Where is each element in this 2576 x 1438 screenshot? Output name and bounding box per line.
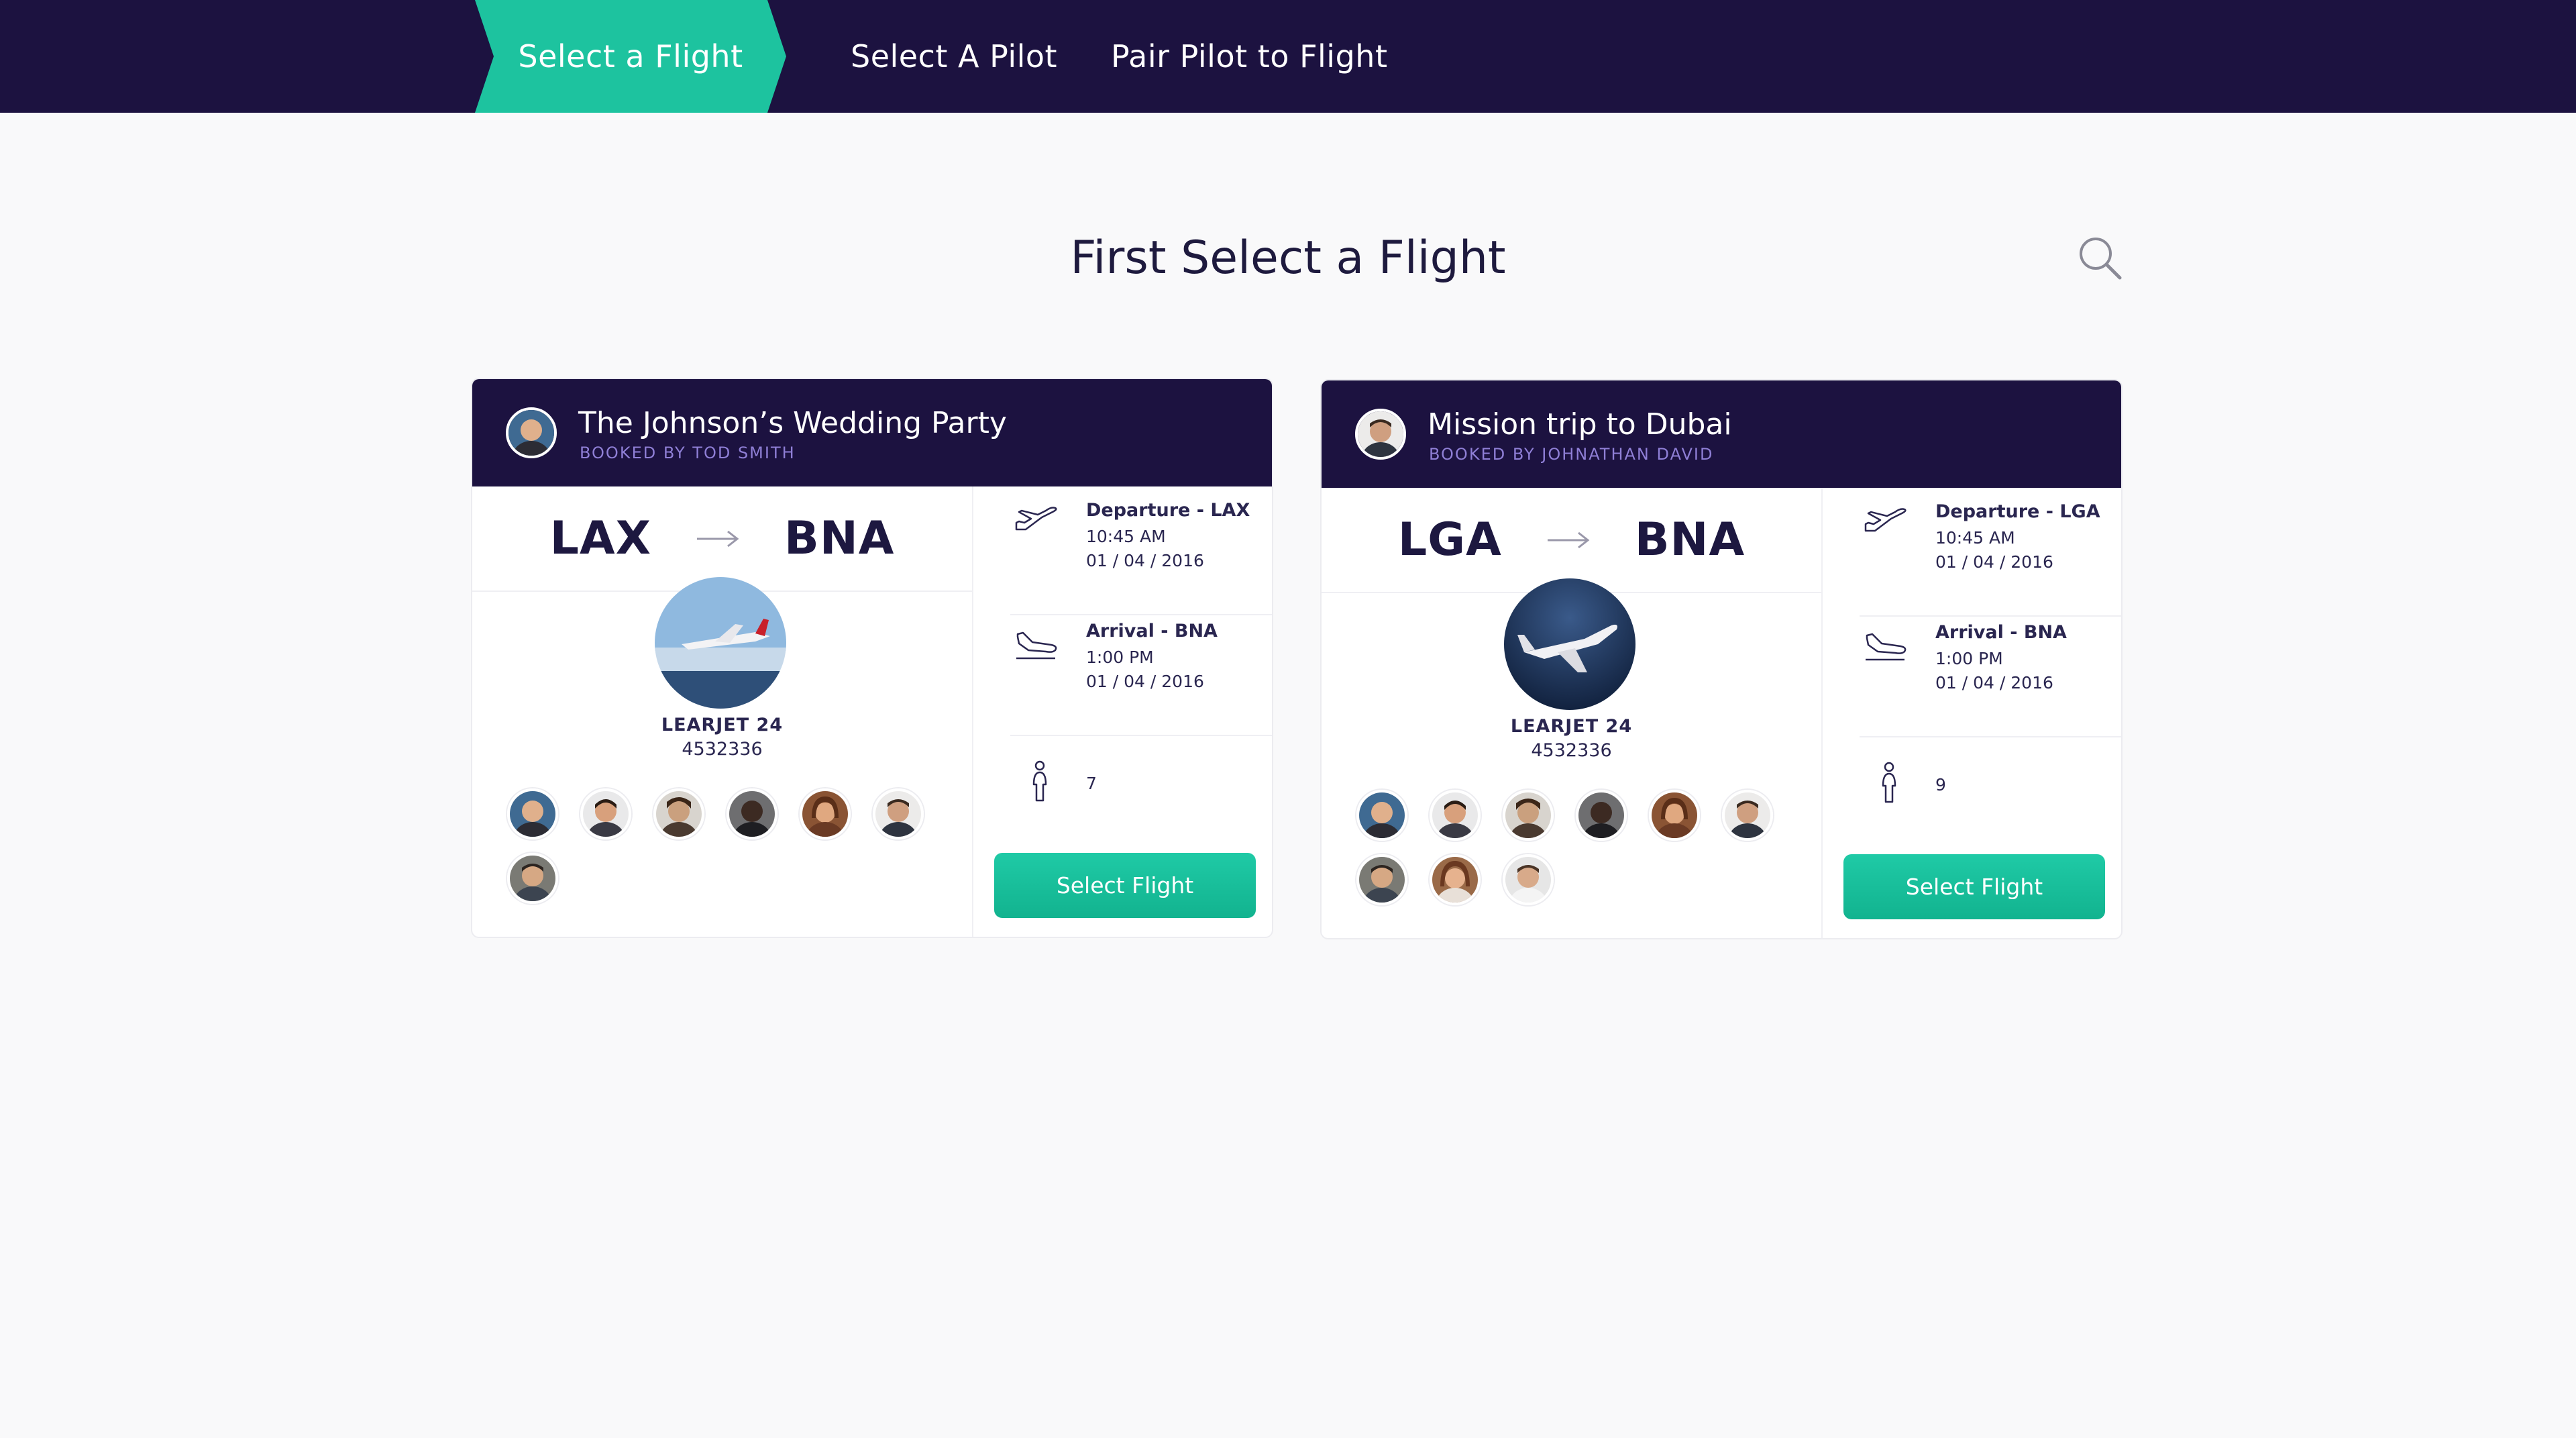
destination-code: BNA: [784, 512, 895, 565]
pilot-avatar[interactable]: [1430, 854, 1481, 905]
passenger-count: 9: [1935, 775, 1946, 794]
pilot-avatar[interactable]: [727, 788, 777, 839]
divider: [1821, 488, 1823, 938]
pilot-avatar[interactable]: [653, 788, 704, 839]
card-header: The Johnson’s Wedding Party BOOKED BY TO…: [472, 379, 1272, 486]
divider: [1010, 735, 1272, 736]
flight-card: The Johnson’s Wedding Party BOOKED BY TO…: [471, 378, 1273, 938]
pilot-avatar[interactable]: [800, 788, 851, 839]
departure-time: 10:45 AM: [1935, 528, 2015, 548]
divider: [972, 486, 973, 937]
step-label: Select A Pilot: [851, 38, 1058, 74]
step-select-pilot[interactable]: Select A Pilot: [851, 0, 1057, 113]
flight-title: Mission trip to Dubai: [1428, 407, 1732, 442]
page-title: First Select a Flight: [1070, 232, 1506, 285]
search-button[interactable]: [2077, 235, 2124, 282]
select-flight-button[interactable]: Select Flight: [1843, 854, 2105, 919]
step-pair-pilot[interactable]: Pair Pilot to Flight: [1111, 0, 1387, 113]
pilot-avatar[interactable]: [1722, 790, 1773, 841]
pilot-avatar[interactable]: [873, 788, 924, 839]
departure-time: 10:45 AM: [1086, 527, 1166, 546]
pilot-avatar[interactable]: [1356, 790, 1407, 841]
destination-code: BNA: [1634, 513, 1746, 566]
route: LAX BNA: [472, 486, 972, 592]
divider: [1860, 615, 2121, 617]
pilot-avatar[interactable]: [1356, 854, 1407, 905]
arrow-right-icon: [697, 530, 739, 547]
person-icon: [1032, 760, 1047, 802]
card-header: Mission trip to Dubai BOOKED BY JOHNATHA…: [1322, 380, 2121, 488]
search-icon: [2080, 238, 2122, 280]
origin-code: LAX: [549, 512, 651, 565]
pilot-avatar[interactable]: [1503, 790, 1554, 841]
pilot-avatar[interactable]: [1503, 854, 1554, 905]
departure-label: Departure - LGA: [1935, 501, 2100, 522]
arrival-date: 01 / 04 / 2016: [1935, 673, 2053, 692]
departure-plane-icon: [1864, 508, 1907, 532]
booked-by: BOOKED BY TOD SMITH: [580, 444, 796, 462]
departure-date: 01 / 04 / 2016: [1086, 551, 1204, 570]
pilot-avatar[interactable]: [580, 788, 631, 839]
step-label: Select a Flight: [518, 38, 743, 74]
arrival-time: 1:00 PM: [1086, 648, 1154, 667]
arrival-time: 1:00 PM: [1935, 649, 2003, 668]
aircraft-tail-number: 4532336: [682, 739, 763, 760]
divider: [1010, 614, 1272, 615]
departure-date: 01 / 04 / 2016: [1935, 552, 2053, 572]
pilot-avatar[interactable]: [507, 853, 558, 904]
arrival-plane-icon: [1016, 631, 1057, 660]
arrow-right-icon: [1547, 531, 1590, 548]
step-label: Pair Pilot to Flight: [1111, 38, 1388, 74]
passenger-count: 7: [1086, 774, 1097, 793]
booked-by: BOOKED BY JOHNATHAN DAVID: [1429, 445, 1714, 464]
departure-plane-icon: [1015, 507, 1057, 531]
pilot-avatar[interactable]: [507, 788, 558, 839]
origin-code: LGA: [1397, 513, 1502, 566]
aircraft-model: LEARJET 24: [1510, 716, 1633, 737]
departure-label: Departure - LAX: [1086, 500, 1250, 521]
pilot-avatar[interactable]: [1430, 790, 1481, 841]
aircraft-photo: [1504, 578, 1635, 710]
avatar: [1355, 409, 1406, 460]
person-icon: [1882, 762, 1896, 803]
pilot-avatar[interactable]: [1576, 790, 1627, 841]
select-flight-button[interactable]: Select Flight: [994, 853, 1256, 918]
pilot-avatar[interactable]: [1649, 790, 1700, 841]
aircraft-model: LEARJET 24: [661, 715, 784, 735]
arrival-date: 01 / 04 / 2016: [1086, 672, 1204, 691]
avatar: [506, 407, 557, 458]
arrival-label: Arrival - BNA: [1935, 622, 2067, 643]
route: LGA BNA: [1322, 488, 1821, 593]
flight-title: The Johnson’s Wedding Party: [578, 406, 1007, 440]
flight-card: Mission trip to Dubai BOOKED BY JOHNATHA…: [1320, 379, 2123, 939]
arrival-label: Arrival - BNA: [1086, 621, 1218, 641]
divider: [1860, 736, 2121, 737]
aircraft-tail-number: 4532336: [1531, 740, 1612, 761]
aircraft-photo: [655, 577, 786, 709]
step-select-flight[interactable]: Select a Flight: [475, 0, 786, 113]
arrival-plane-icon: [1866, 633, 1907, 661]
step-navigation: Select a Flight Select A Pilot Pair Pilo…: [0, 0, 2576, 113]
